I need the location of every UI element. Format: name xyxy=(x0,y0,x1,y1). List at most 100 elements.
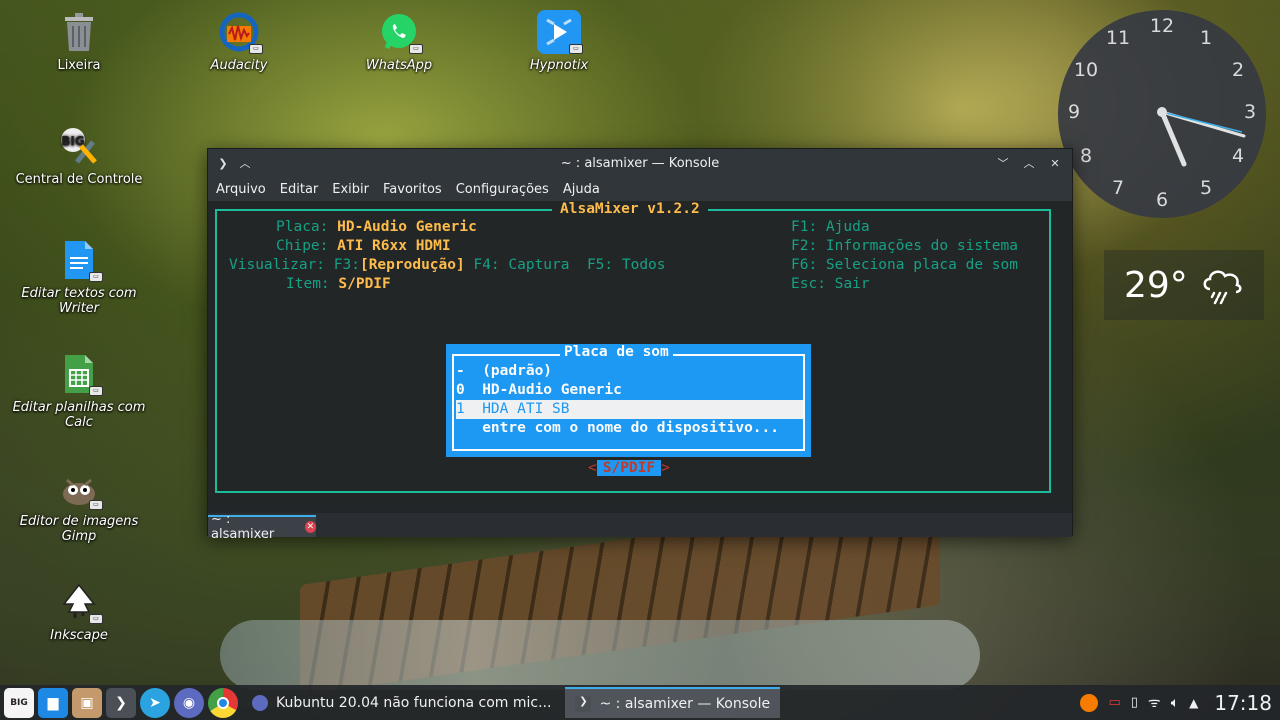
view-current: [Reprodução] xyxy=(359,257,465,273)
terminal-icon[interactable]: ❯ xyxy=(106,687,136,718)
dialog-item-hda-ati-sb[interactable]: 1 HDA ATI SB xyxy=(456,400,803,419)
desktop-icon-gimp[interactable]: ▭ Editor de imagens Gimp xyxy=(4,466,154,544)
trash-icon xyxy=(57,10,101,54)
whatsapp-icon: ▭ xyxy=(377,10,423,54)
rain-cloud-icon xyxy=(1198,259,1246,311)
terminal-area[interactable]: AlsaMixer v1.2.2 Placa: HD-Audio Generic… xyxy=(208,201,1072,501)
system-tray: ▭ ▯ ᯤ 🔈︎ ▲ 17:18 xyxy=(1080,691,1280,715)
file-manager-icon[interactable]: ▆ xyxy=(38,687,68,718)
clock-hands xyxy=(1157,107,1246,167)
dialog-item-hd-audio[interactable]: 0 HD-Audio Generic xyxy=(456,381,803,400)
menu-exibir[interactable]: Exibir xyxy=(332,182,369,197)
desktop-icon-label: Audacity xyxy=(210,58,268,73)
view-label: Visualizar: xyxy=(229,257,326,273)
desktop-icon-audacity[interactable]: ▭ Audacity xyxy=(164,10,314,73)
desktop-icon-whatsapp[interactable]: ▭ WhatsApp xyxy=(324,10,474,73)
analog-clock-widget: 12 1 2 3 4 5 6 7 8 9 10 11 xyxy=(1058,10,1266,218)
menubar: Arquivo Editar Exibir Favoritos Configur… xyxy=(208,177,1072,201)
desktop-icon-label: Hypnotix xyxy=(529,58,589,73)
help-f1: F1: Ajuda xyxy=(791,219,870,235)
wallpaper-water xyxy=(220,620,980,690)
telegram-icon[interactable]: ➤ xyxy=(140,687,170,718)
taskbar: BIG ▆ ▣ ❯ ➤ ◉ Kubuntu 20.04 não funciona… xyxy=(0,685,1280,720)
desktop-icon-writer[interactable]: ▭ Editar textos com Writer xyxy=(4,238,154,316)
expand-tray-icon[interactable]: ▲ xyxy=(1189,696,1198,710)
wifi-icon[interactable]: ᯤ xyxy=(1148,693,1161,712)
weather-temperature: 29° xyxy=(1124,264,1188,306)
weather-widget: 29° xyxy=(1104,250,1264,320)
taskbar-clock[interactable]: 17:18 xyxy=(1214,691,1272,715)
chip-value: ATI R6xx HDMI xyxy=(337,238,451,254)
desktop-icon-label: Inkscape xyxy=(50,628,108,643)
task-label: ~ : alsamixer — Konsole xyxy=(599,695,771,712)
window-titlebar[interactable]: ❯ ︿ ~ : alsamixer — Konsole ﹀ ︿ ✕ xyxy=(208,149,1072,177)
battery-icon[interactable]: ▭ xyxy=(1108,695,1120,710)
maximize-icon[interactable]: ︿ xyxy=(1022,156,1036,170)
chromium-icon[interactable]: ◉ xyxy=(174,687,204,718)
close-icon[interactable]: ✕ xyxy=(1048,156,1062,170)
package-icon[interactable]: ▣ xyxy=(72,687,102,718)
menu-ajuda[interactable]: Ajuda xyxy=(563,182,600,197)
card-label: Placa: xyxy=(276,219,329,235)
desktop-icon-label: Editar textos com Writer xyxy=(21,286,137,316)
alsamixer-title: AlsaMixer v1.2.2 xyxy=(552,201,708,217)
control-right-arrow: > xyxy=(661,460,670,476)
kde-connect-icon[interactable]: ▯ xyxy=(1131,695,1138,710)
control-left-arrow: < xyxy=(588,460,597,476)
task-browser[interactable]: Kubuntu 20.04 não funciona com mic... xyxy=(242,687,561,718)
item-value: S/PDIF xyxy=(338,276,391,292)
desktop-icon-label: Editor de imagens Gimp xyxy=(19,514,139,544)
audio-app-icon[interactable] xyxy=(1080,693,1099,712)
audacity-icon: ▭ xyxy=(217,10,263,54)
desktop-icon-hypnotix[interactable]: ▭ Hypnotix xyxy=(484,10,634,73)
desktop-icon-trash[interactable]: Lixeira xyxy=(4,10,154,73)
view-f3: F3: xyxy=(333,257,360,273)
item-label: Item: xyxy=(286,276,330,292)
card-value: HD-Audio Generic xyxy=(337,219,477,235)
desktop-icon-control-center[interactable]: BIG Central de Controle xyxy=(4,124,154,187)
help-f2: F2: Informações do sistema xyxy=(791,238,1018,254)
menu-editar[interactable]: Editar xyxy=(280,182,319,197)
desktop-icon-label: Editar planilhas com Calc xyxy=(12,400,146,430)
menu-favoritos[interactable]: Favoritos xyxy=(383,182,442,197)
writer-icon: ▭ xyxy=(57,238,103,282)
chrome-icon[interactable] xyxy=(208,687,238,718)
gimp-icon: ▭ xyxy=(57,466,103,510)
control-name: S/PDIF xyxy=(596,460,662,476)
window-title: ~ : alsamixer — Konsole xyxy=(560,155,720,171)
terminal-app-icon[interactable]: ❯ xyxy=(216,156,230,170)
calc-icon: ▭ xyxy=(57,352,103,396)
dialog-item-default[interactable]: - (padrão) xyxy=(456,362,803,381)
dialog-title: Placa de som xyxy=(560,344,673,360)
chip-row: Chipe: ATI R6xx HDMI xyxy=(276,238,451,254)
desktop-icon-calc[interactable]: ▭ Editar planilhas com Calc xyxy=(4,352,154,430)
desktop-icon-label: Central de Controle xyxy=(15,172,143,187)
task-konsole[interactable]: ❯ ~ : alsamixer — Konsole xyxy=(565,687,781,718)
app-launcher-icon[interactable]: BIG xyxy=(4,687,34,718)
control-center-icon: BIG xyxy=(57,124,101,168)
help-esc: Esc: Sair xyxy=(791,276,870,292)
minimize-icon[interactable]: ﹀ xyxy=(996,156,1010,170)
chip-label: Chipe: xyxy=(276,238,329,254)
volume-icon[interactable]: 🔈︎ xyxy=(1171,695,1179,711)
keep-above-icon[interactable]: ︿ xyxy=(238,156,252,170)
desktop-icon-label: Lixeira xyxy=(57,58,101,73)
menu-configuracoes[interactable]: Configurações xyxy=(456,182,549,197)
tab-label: ~ : alsamixer xyxy=(211,512,275,542)
view-rest: F4: Captura F5: Todos xyxy=(464,257,666,273)
sound-card-dialog: Placa de som - (padrão) 0 HD-Audio Gener… xyxy=(446,344,811,457)
inkscape-icon: ▭ xyxy=(57,580,103,624)
menu-arquivo[interactable]: Arquivo xyxy=(216,182,266,197)
close-tab-icon[interactable]: ✕ xyxy=(304,521,316,533)
desktop-icon-inkscape[interactable]: ▭ Inkscape xyxy=(4,580,154,643)
mixer-control-spdif[interactable]: < S/PDIF > xyxy=(588,459,670,477)
konsole-window: ❯ ︿ ~ : alsamixer — Konsole ﹀ ︿ ✕ Arquiv… xyxy=(207,148,1073,542)
hypnotix-icon: ▭ xyxy=(537,10,583,54)
terminal-task-icon: ❯ xyxy=(575,695,592,712)
tab-alsamixer[interactable]: ~ : alsamixer ✕ xyxy=(208,512,316,542)
view-row: Visualizar: F3:[Reprodução] F4: Captura … xyxy=(229,257,666,273)
desktop-icon-label: WhatsApp xyxy=(365,58,433,73)
dialog-item-enter-device[interactable]: entre com o nome do dispositivo... xyxy=(456,419,803,438)
item-row: Item: S/PDIF xyxy=(286,276,391,292)
chromium-task-icon xyxy=(252,694,268,711)
